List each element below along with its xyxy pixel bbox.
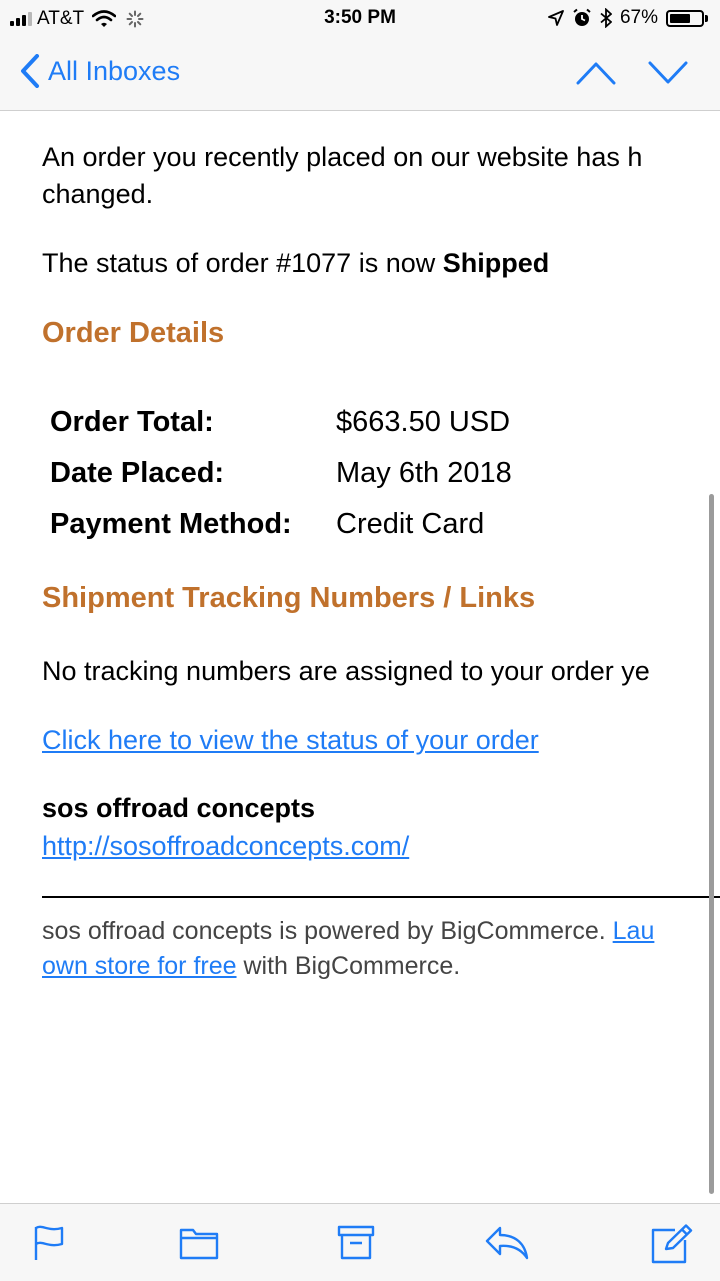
- back-label: All Inboxes: [48, 55, 181, 86]
- detail-row: Order Total: $663.50 USD: [50, 397, 512, 448]
- detail-label: Date Placed:: [50, 457, 225, 489]
- detail-label: Payment Method:: [50, 508, 292, 540]
- previous-message-button[interactable]: [576, 60, 616, 86]
- detail-value: May 6th 2018: [336, 457, 512, 489]
- bluetooth-icon: [600, 8, 612, 28]
- status-right: 67%: [548, 7, 708, 29]
- next-message-button[interactable]: [648, 60, 688, 86]
- detail-value: Credit Card: [336, 508, 485, 540]
- location-icon: [548, 10, 564, 26]
- detail-row: Date Placed: May 6th 2018: [50, 448, 512, 499]
- tracking-heading: Shipment Tracking Numbers / Links: [42, 582, 536, 614]
- status-value: Shipped: [442, 248, 550, 278]
- battery-icon: [666, 9, 708, 27]
- store-name: sos offroad concepts: [42, 793, 316, 823]
- order-status-link[interactable]: Click here to view the status of your or…: [42, 722, 539, 759]
- divider: [42, 896, 720, 898]
- intro-line-2: changed.: [42, 179, 154, 209]
- folder-icon[interactable]: [179, 1224, 219, 1260]
- footer-text-end: with BigCommerce.: [236, 952, 461, 980]
- compose-icon[interactable]: [651, 1224, 693, 1264]
- launch-store-link-cont[interactable]: own store for free: [42, 952, 237, 980]
- reply-icon[interactable]: [484, 1224, 530, 1260]
- battery-percent: 67%: [619, 7, 658, 28]
- detail-value: $663.50 USD: [336, 406, 511, 438]
- store-url-link[interactable]: http://sosoffroadconcepts.com/: [42, 828, 409, 865]
- battery-level: [670, 13, 691, 23]
- scrollbar[interactable]: [709, 494, 714, 1194]
- order-details-table: Order Total: $663.50 USD Date Placed: Ma…: [50, 397, 512, 550]
- bottom-toolbar: [0, 1203, 720, 1281]
- detail-row: Payment Method: Credit Card: [50, 499, 512, 550]
- launch-store-link[interactable]: Lau: [613, 917, 655, 945]
- intro-line-1: An order you recently placed on our webs…: [42, 142, 643, 172]
- footer: sos offroad concepts is powered by BigCo…: [42, 914, 654, 984]
- detail-label: Order Total:: [50, 406, 214, 438]
- footer-text: sos offroad concepts is powered by BigCo…: [42, 917, 613, 945]
- chevron-left-icon: [21, 54, 39, 88]
- tracking-text: No tracking numbers are assigned to your…: [42, 656, 650, 686]
- mail-nav-bar: All Inboxes: [0, 36, 720, 111]
- flag-icon[interactable]: [32, 1224, 66, 1262]
- status-prefix: The status of order #1077 is now: [42, 248, 443, 278]
- archive-icon[interactable]: [337, 1224, 375, 1260]
- status-line: The status of order #1077 is now Shipped: [42, 245, 549, 282]
- order-details-heading: Order Details: [42, 317, 225, 349]
- alarm-icon: [573, 8, 591, 26]
- back-button[interactable]: All Inboxes: [20, 54, 180, 88]
- status-bar: AT&T 3:50 PM 67%: [0, 0, 720, 36]
